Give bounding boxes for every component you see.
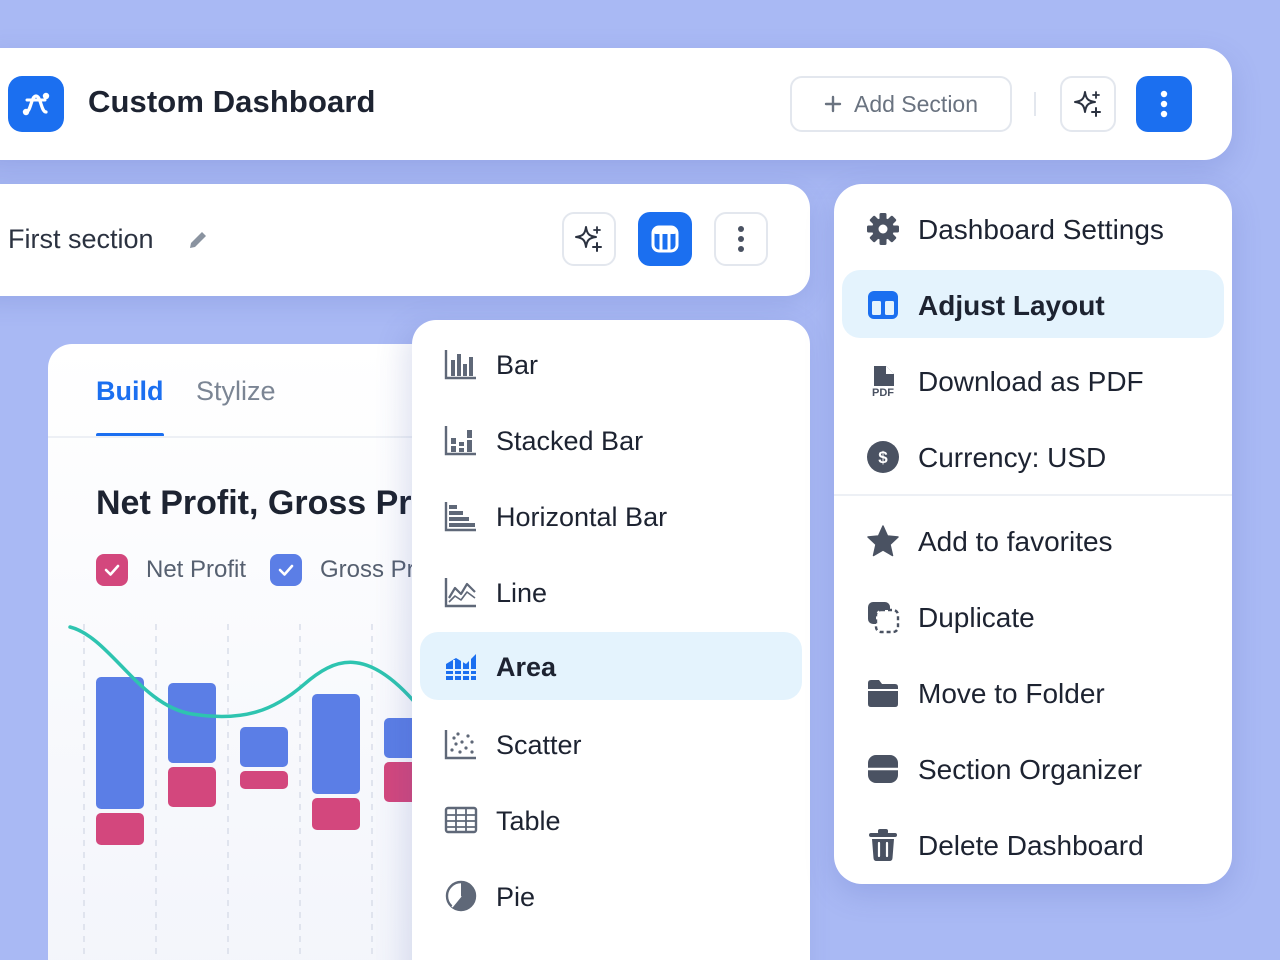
menu-item-label: Section Organizer [918, 754, 1143, 785]
bar-net-profit[interactable] [96, 813, 144, 845]
checkbox-checked-icon[interactable] [96, 554, 128, 586]
bar-gross-profit[interactable] [96, 677, 144, 809]
chart-type-label: Stacked Bar [496, 426, 644, 456]
dashboard-options-menu: Dashboard Settings Adjust Layout PDF Dow… [834, 184, 1232, 884]
toolbar-divider [1034, 92, 1036, 116]
menu-item-label: Add to favorites [918, 526, 1113, 557]
menu-item-duplicate[interactable]: Duplicate [842, 582, 1224, 650]
gear-icon [866, 212, 900, 246]
section-layout-button[interactable] [638, 212, 692, 266]
layout-icon [866, 288, 900, 322]
chart-type-more[interactable] [420, 938, 802, 960]
svg-text:PDF: PDF [872, 387, 894, 398]
app-logo-icon[interactable] [8, 76, 64, 132]
checkbox-checked-icon[interactable] [270, 554, 302, 586]
pie-chart-icon [444, 880, 478, 912]
menu-divider [834, 494, 1232, 496]
grid-icon [444, 956, 478, 960]
chart-type-table[interactable]: Table [420, 786, 802, 854]
chart-type-label: Scatter [496, 730, 582, 760]
menu-item-label: Dashboard Settings [918, 214, 1164, 245]
bar-gross-profit[interactable] [240, 727, 288, 767]
sparkle-icon [574, 224, 604, 254]
ai-assistant-button[interactable] [1060, 76, 1116, 132]
combo-chart [68, 624, 445, 960]
star-icon [866, 524, 900, 558]
folder-icon [866, 676, 900, 710]
bar-net-profit[interactable] [240, 771, 288, 789]
menu-item-label: Move to Folder [918, 678, 1105, 709]
menu-item-adjust-layout[interactable]: Adjust Layout [842, 270, 1224, 338]
menu-item-dashboard-settings[interactable]: Dashboard Settings [842, 194, 1224, 262]
legend-label: Gross Pr [320, 556, 415, 583]
dollar-icon: $ [866, 440, 900, 474]
chart-type-label: Bar [496, 350, 539, 380]
add-section-label: Add Section [853, 90, 979, 117]
plus-icon [824, 95, 842, 113]
chart-title: Net Profit, Gross Pr [96, 484, 412, 522]
menu-item-download-pdf[interactable]: PDF Download as PDF [842, 346, 1224, 414]
chart-type-label: Pie [496, 882, 536, 912]
section-ai-button[interactable] [562, 212, 616, 266]
columns-grid-icon [651, 225, 679, 253]
menu-item-move-folder[interactable]: Move to Folder [842, 658, 1224, 726]
menu-item-label: Delete Dashboard [918, 830, 1144, 861]
pdf-file-icon: PDF [866, 364, 900, 398]
tab-stylize[interactable]: Stylize [196, 376, 276, 407]
chart-type-pie[interactable]: Pie [420, 862, 802, 930]
chart-builder-panel: Build Stylize Net Profit, Gross Pr Net P… [48, 344, 468, 960]
menu-item-add-favorites[interactable]: Add to favorites [842, 506, 1224, 574]
chart-type-label: Line [496, 578, 548, 608]
chart-type-stacked-bar[interactable]: Stacked Bar [420, 406, 802, 474]
bar-net-profit[interactable] [312, 798, 360, 830]
chart-type-label: Horizontal Bar [496, 502, 668, 532]
legend-label: Net Profit [146, 556, 247, 583]
duplicate-icon [866, 600, 900, 634]
menu-item-delete-dashboard[interactable]: Delete Dashboard [842, 810, 1224, 878]
bar-net-profit[interactable] [168, 767, 216, 807]
bar-chart-icon [444, 348, 478, 380]
page-title: Custom Dashboard [88, 84, 376, 119]
horizontal-bar-icon [444, 500, 478, 532]
chart-type-label: Table [496, 806, 561, 836]
dashboard-header: Custom Dashboard Add Section [0, 48, 1232, 160]
legend-item-net-profit[interactable]: Net Profit [96, 554, 246, 586]
line-chart-icon [444, 576, 478, 608]
tab-build[interactable]: Build [96, 376, 164, 407]
chart-type-bar[interactable]: Bar [420, 330, 802, 398]
area-chart-icon [444, 650, 478, 682]
table-icon [444, 804, 478, 836]
kebab-menu-icon [737, 225, 745, 253]
section-more-button[interactable] [714, 212, 768, 266]
stacked-bar-icon [444, 424, 478, 456]
menu-item-label: Currency: USD [918, 442, 1107, 473]
scatter-chart-icon [444, 728, 478, 760]
bar-gross-profit[interactable] [312, 694, 360, 794]
add-section-button[interactable]: Add Section [790, 76, 1012, 132]
menu-item-label: Download as PDF [918, 366, 1144, 397]
menu-item-label: Duplicate [918, 602, 1035, 633]
menu-item-label: Adjust Layout [918, 290, 1105, 321]
menu-item-section-organizer[interactable]: Section Organizer [842, 734, 1224, 802]
trash-icon [866, 828, 900, 862]
chart-type-area[interactable]: Area [420, 632, 802, 700]
kebab-menu-icon [1160, 90, 1168, 118]
more-options-button[interactable] [1136, 76, 1192, 132]
pencil-icon[interactable] [186, 228, 210, 252]
tab-divider [48, 436, 468, 438]
sparkle-icon [1073, 89, 1103, 119]
chart-type-scatter[interactable]: Scatter [420, 710, 802, 778]
section-bar: First section [0, 184, 810, 296]
chart-type-dropdown: Bar Stacked Bar Horizontal Bar Line Area… [412, 320, 810, 960]
svg-text:$: $ [878, 448, 888, 467]
chart-type-horizontal-bar[interactable]: Horizontal Bar [420, 482, 802, 550]
bar-gross-profit[interactable] [168, 683, 216, 763]
chart-type-label: Area [496, 652, 557, 682]
section-title: First section [8, 224, 154, 254]
chart-type-line[interactable]: Line [420, 558, 802, 626]
section-organizer-icon [866, 752, 900, 786]
legend-item-gross-profit[interactable]: Gross Pr [270, 554, 415, 586]
menu-item-currency[interactable]: $ Currency: USD [842, 422, 1224, 490]
